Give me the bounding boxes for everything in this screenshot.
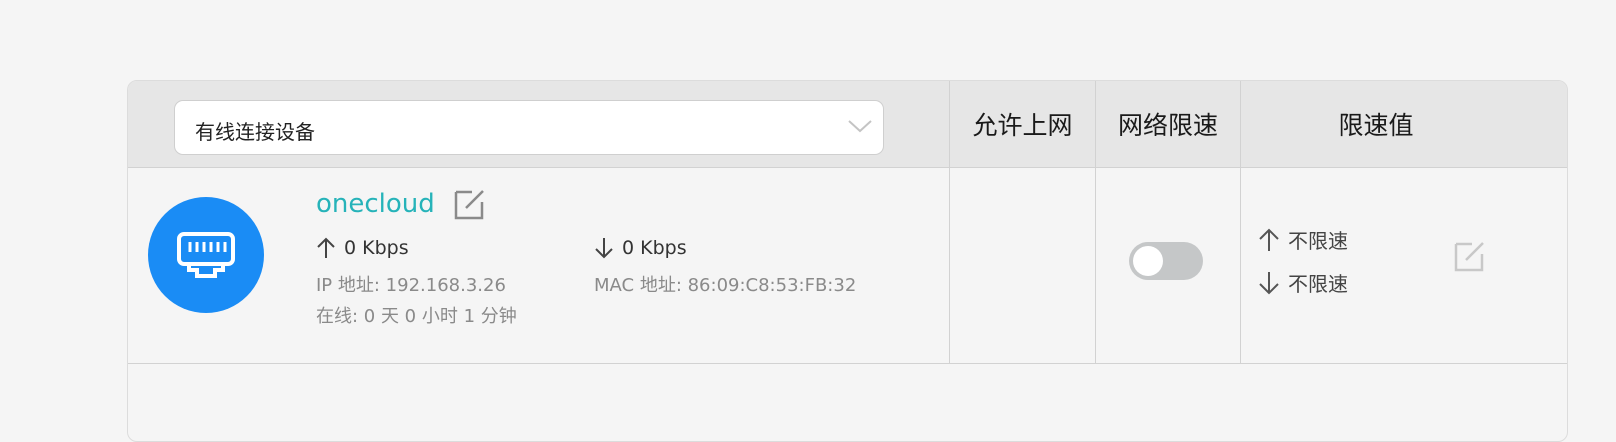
device-table: 有线连接设备 允许上网 网络限速 限速值 [127,80,1568,442]
upload-speed: 0 Kbps [316,237,409,259]
download-limit-value: 不限速 [1288,272,1348,296]
header-allow-internet: 允许上网 [972,111,1073,140]
device-type-select-value: 有线连接设备 [195,120,315,144]
header-limit-value: 限速值 [1338,111,1414,140]
toggle-knob [1133,246,1163,276]
arrow-down-icon [1259,271,1279,294]
upload-limit-value: 不限速 [1288,229,1348,253]
arrow-up-icon [317,237,335,258]
edit-icon[interactable] [452,186,488,222]
download-speed: 0 Kbps [594,237,687,259]
device-name-link[interactable]: onecloud [316,189,435,219]
speed-limit-toggle[interactable] [1129,242,1203,280]
mac-address: MAC 地址: 86:09:C8:53:FB:32 [594,275,857,296]
online-duration: 在线: 0 天 0 小时 1 分钟 [316,306,517,327]
chevron-down-icon [848,120,872,133]
arrow-down-icon [595,238,613,259]
device-type-select[interactable]: 有线连接设备 [174,100,884,155]
edit-limit-icon[interactable] [1452,238,1488,274]
ethernet-port-icon [177,232,235,278]
header-speed-limit: 网络限速 [1117,111,1218,140]
ip-address: IP 地址: 192.168.3.26 [316,275,506,296]
download-speed-value: 0 Kbps [622,237,687,259]
upload-limit: 不限速 [1258,225,1348,254]
upload-speed-value: 0 Kbps [344,237,409,259]
row-divider [128,363,1567,364]
device-avatar [148,197,264,313]
download-limit: 不限速 [1258,268,1348,297]
arrow-up-icon [1259,228,1279,251]
